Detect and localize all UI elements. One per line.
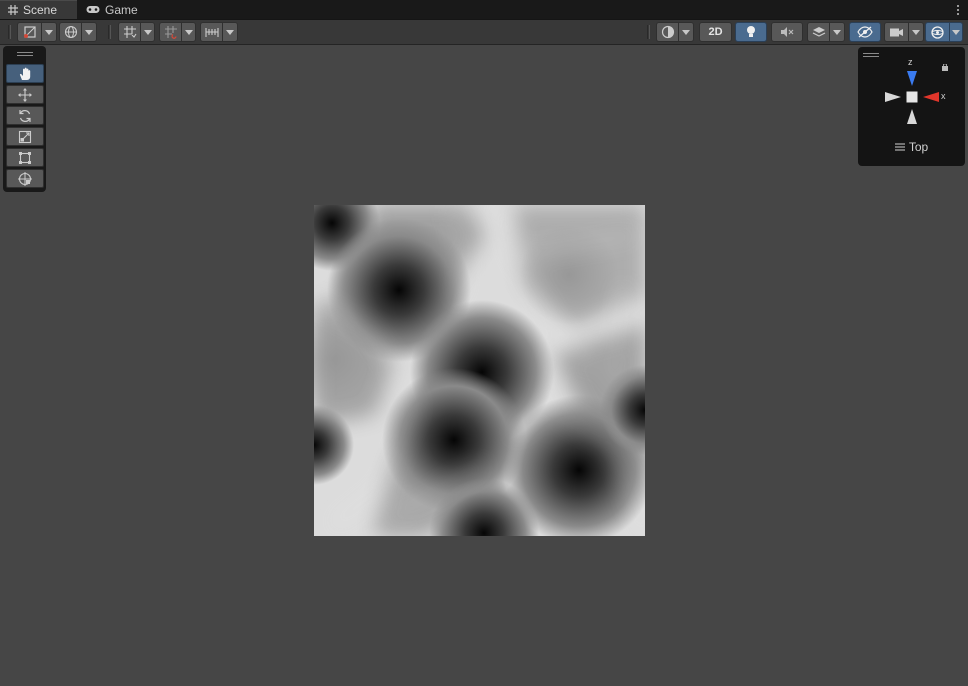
toolbar-grip xyxy=(8,25,11,39)
visibility-icon xyxy=(857,26,873,38)
orientation-gizmo: z x Top xyxy=(858,47,965,166)
axis-cone-neg-z[interactable] xyxy=(907,109,917,124)
chevron-down-icon xyxy=(226,29,234,35)
scene-visibility-button[interactable] xyxy=(849,22,881,42)
voronoi-texture-quad[interactable] xyxy=(314,205,645,536)
gizmos-dropdown[interactable] xyxy=(925,22,963,42)
chevron-down-icon xyxy=(143,29,152,35)
center-cube[interactable] xyxy=(906,91,918,103)
tab-bar: Scene Game xyxy=(0,0,968,20)
chevron-down-icon xyxy=(45,29,53,35)
globe-icon xyxy=(64,25,77,39)
ruler-snap-icon xyxy=(204,28,219,37)
chevron-down-icon xyxy=(833,29,841,35)
tab-label-game: Game xyxy=(105,2,138,17)
audio-mute-icon xyxy=(781,27,794,37)
axis-cone-z[interactable] xyxy=(907,71,917,86)
ruler-snap-dropdown[interactable] xyxy=(200,22,238,42)
chevron-down-icon xyxy=(952,29,960,35)
transform-icon xyxy=(18,171,32,186)
scale-icon xyxy=(18,130,32,143)
tab-game[interactable]: Game xyxy=(78,0,146,19)
hand-tool-button[interactable] xyxy=(6,64,44,83)
tab-label-scene: Scene xyxy=(23,3,58,17)
rect-tool-button[interactable] xyxy=(6,148,44,167)
global-dropdown[interactable] xyxy=(59,22,97,42)
menu-icon xyxy=(894,143,905,151)
chevron-down-icon xyxy=(184,29,193,35)
move-tool-button[interactable] xyxy=(6,85,44,104)
effects-icon xyxy=(812,27,825,37)
effects-dropdown[interactable] xyxy=(807,22,845,42)
draw-mode-dropdown[interactable] xyxy=(17,22,57,42)
rotate-tool-button[interactable] xyxy=(6,106,44,125)
view-name: Top xyxy=(908,140,929,154)
shading-mode-dropdown[interactable] xyxy=(656,22,694,42)
lighting-icon xyxy=(747,26,755,37)
move-icon xyxy=(18,87,32,102)
toolbar-grip xyxy=(647,25,650,39)
overlay-drag-handle[interactable] xyxy=(17,52,33,56)
gizmos-icon xyxy=(931,25,944,39)
axis-cone-x[interactable] xyxy=(923,92,939,102)
increment-snap-icon xyxy=(164,26,177,39)
view-label[interactable]: Top xyxy=(858,140,965,154)
chevron-down-icon xyxy=(682,29,690,35)
scale-tool-button[interactable] xyxy=(6,127,44,146)
toggle-2d-button[interactable]: 2D xyxy=(699,22,732,42)
chevron-down-icon xyxy=(85,29,93,35)
increment-snap-dropdown[interactable] xyxy=(159,22,196,42)
transform-tool-button[interactable] xyxy=(6,169,44,188)
grid-icon xyxy=(8,5,18,15)
noise-texture-image xyxy=(314,205,645,536)
toolbar-grip xyxy=(108,25,111,39)
scene-toolbar: 2D xyxy=(0,20,968,45)
draw-mode-icon xyxy=(23,26,36,38)
overlay-drag-handle[interactable] xyxy=(863,53,879,57)
gamepad-icon xyxy=(86,6,100,13)
tools-overlay xyxy=(3,46,46,192)
shading-mode-icon xyxy=(661,25,674,39)
camera-icon xyxy=(890,28,903,36)
grid-snap-icon xyxy=(123,26,136,38)
toggle-2d-label: 2D xyxy=(708,26,723,38)
more-options-icon[interactable] xyxy=(952,2,964,17)
audio-toggle-button[interactable] xyxy=(771,22,803,42)
axis-cone-neg-x[interactable] xyxy=(885,92,901,102)
lighting-toggle-button[interactable] xyxy=(735,22,767,42)
rect-transform-icon xyxy=(19,151,31,164)
grid-snap-dropdown[interactable] xyxy=(118,22,155,42)
hand-icon xyxy=(19,67,31,80)
rotate-icon xyxy=(19,109,31,122)
scene-camera-dropdown[interactable] xyxy=(884,22,924,42)
chevron-down-icon xyxy=(912,29,920,35)
axis-label-z: z xyxy=(908,57,913,67)
tab-scene[interactable]: Scene xyxy=(0,0,77,19)
